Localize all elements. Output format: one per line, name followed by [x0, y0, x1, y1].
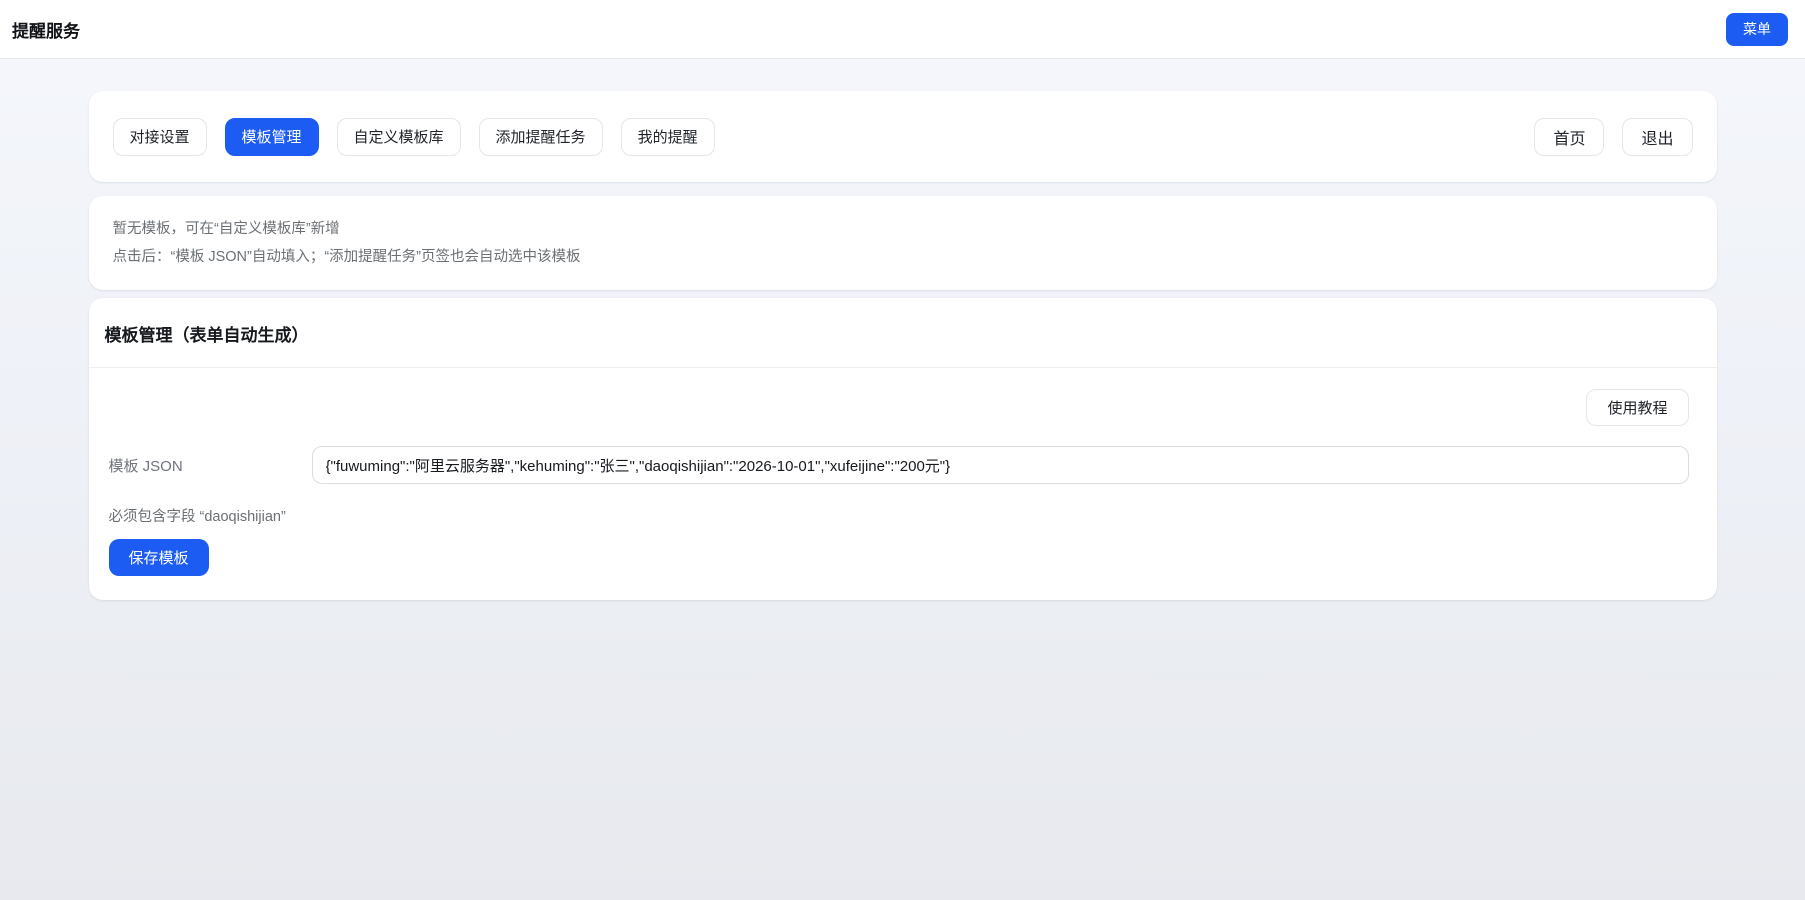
notice-line-2: 点击后：“模板 JSON”自动填入；“添加提醒任务”页签也会自动选中该模板 [113, 243, 1693, 271]
tutorial-button[interactable]: 使用教程 [1586, 389, 1688, 426]
template-json-input[interactable] [312, 446, 1689, 484]
tab-add-reminder-task[interactable]: 添加提醒任务 [479, 118, 603, 156]
template-json-field-row: 模板 JSON [109, 446, 1689, 484]
template-card-header: 模板管理（表单自动生成） [89, 298, 1717, 368]
template-management-card: 模板管理（表单自动生成） 使用教程 模板 JSON 必须包含字段 “daoqis… [89, 298, 1717, 600]
tab-connection-settings[interactable]: 对接设置 [113, 118, 207, 156]
main-container: 对接设置 模板管理 自定义模板库 添加提醒任务 我的提醒 首页 退出 暂无模板，… [89, 91, 1717, 600]
section-title: 模板管理（表单自动生成） [105, 321, 1701, 346]
required-field-hint: 必须包含字段 “daoqishijian” [109, 505, 1689, 526]
tab-custom-template-library[interactable]: 自定义模板库 [337, 118, 461, 156]
tabs-group: 对接设置 模板管理 自定义模板库 添加提醒任务 我的提醒 [113, 118, 715, 156]
tutorial-row: 使用教程 [109, 389, 1689, 426]
template-json-label: 模板 JSON [109, 455, 312, 476]
page-title: 提醒服务 [12, 17, 80, 42]
app-header: 提醒服务 菜单 [0, 0, 1805, 59]
menu-button[interactable]: 菜单 [1726, 13, 1788, 46]
exit-button[interactable]: 退出 [1622, 118, 1692, 156]
notice-line-1: 暂无模板，可在“自定义模板库”新增 [113, 215, 1693, 243]
template-card-body: 使用教程 模板 JSON 必须包含字段 “daoqishijian” 保存模板 [89, 368, 1717, 576]
save-template-button[interactable]: 保存模板 [109, 539, 209, 576]
tab-template-management[interactable]: 模板管理 [225, 118, 319, 156]
tab-my-reminders[interactable]: 我的提醒 [621, 118, 715, 156]
tabs-card: 对接设置 模板管理 自定义模板库 添加提醒任务 我的提醒 首页 退出 [89, 91, 1717, 182]
notice-card: 暂无模板，可在“自定义模板库”新增 点击后：“模板 JSON”自动填入；“添加提… [89, 196, 1717, 290]
home-button[interactable]: 首页 [1534, 118, 1604, 156]
nav-right-group: 首页 退出 [1534, 118, 1692, 156]
